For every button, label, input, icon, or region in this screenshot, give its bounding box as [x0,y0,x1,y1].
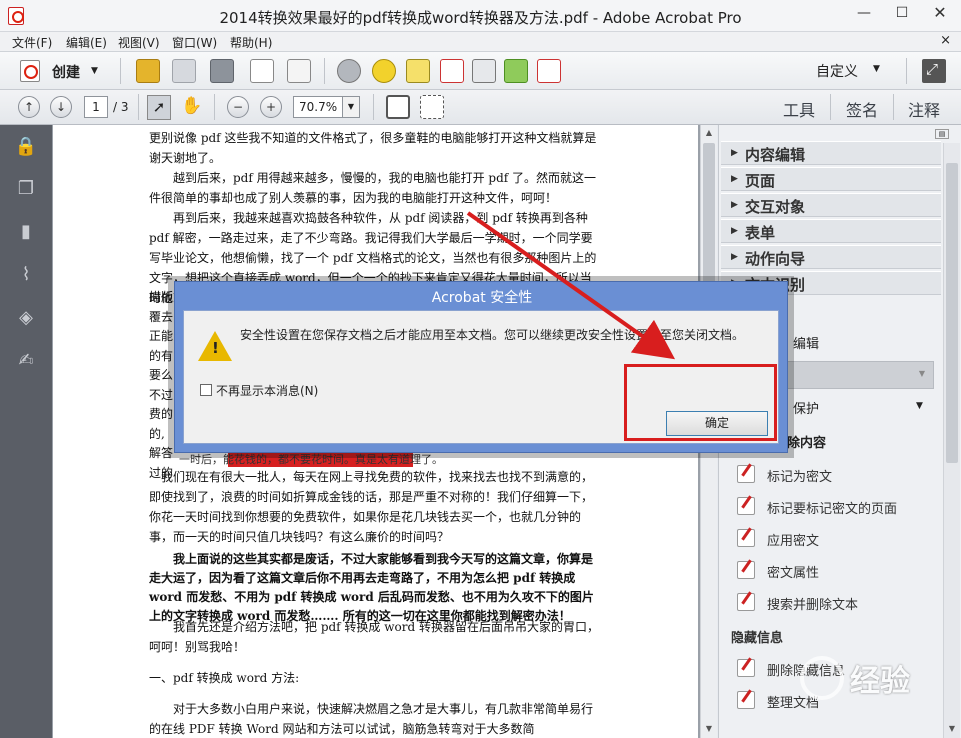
annotation-arrow [466,211,676,360]
acrobat-window: 2014转换效果最好的pdf转换成word转换器及方法.pdf - Adobe … [0,0,961,738]
annotation-highlight-box [624,364,777,441]
paw-logo-icon [800,656,844,700]
watermark-text: 经验 [850,664,910,699]
baidu-jingyan-watermark: 经验 [800,650,960,720]
